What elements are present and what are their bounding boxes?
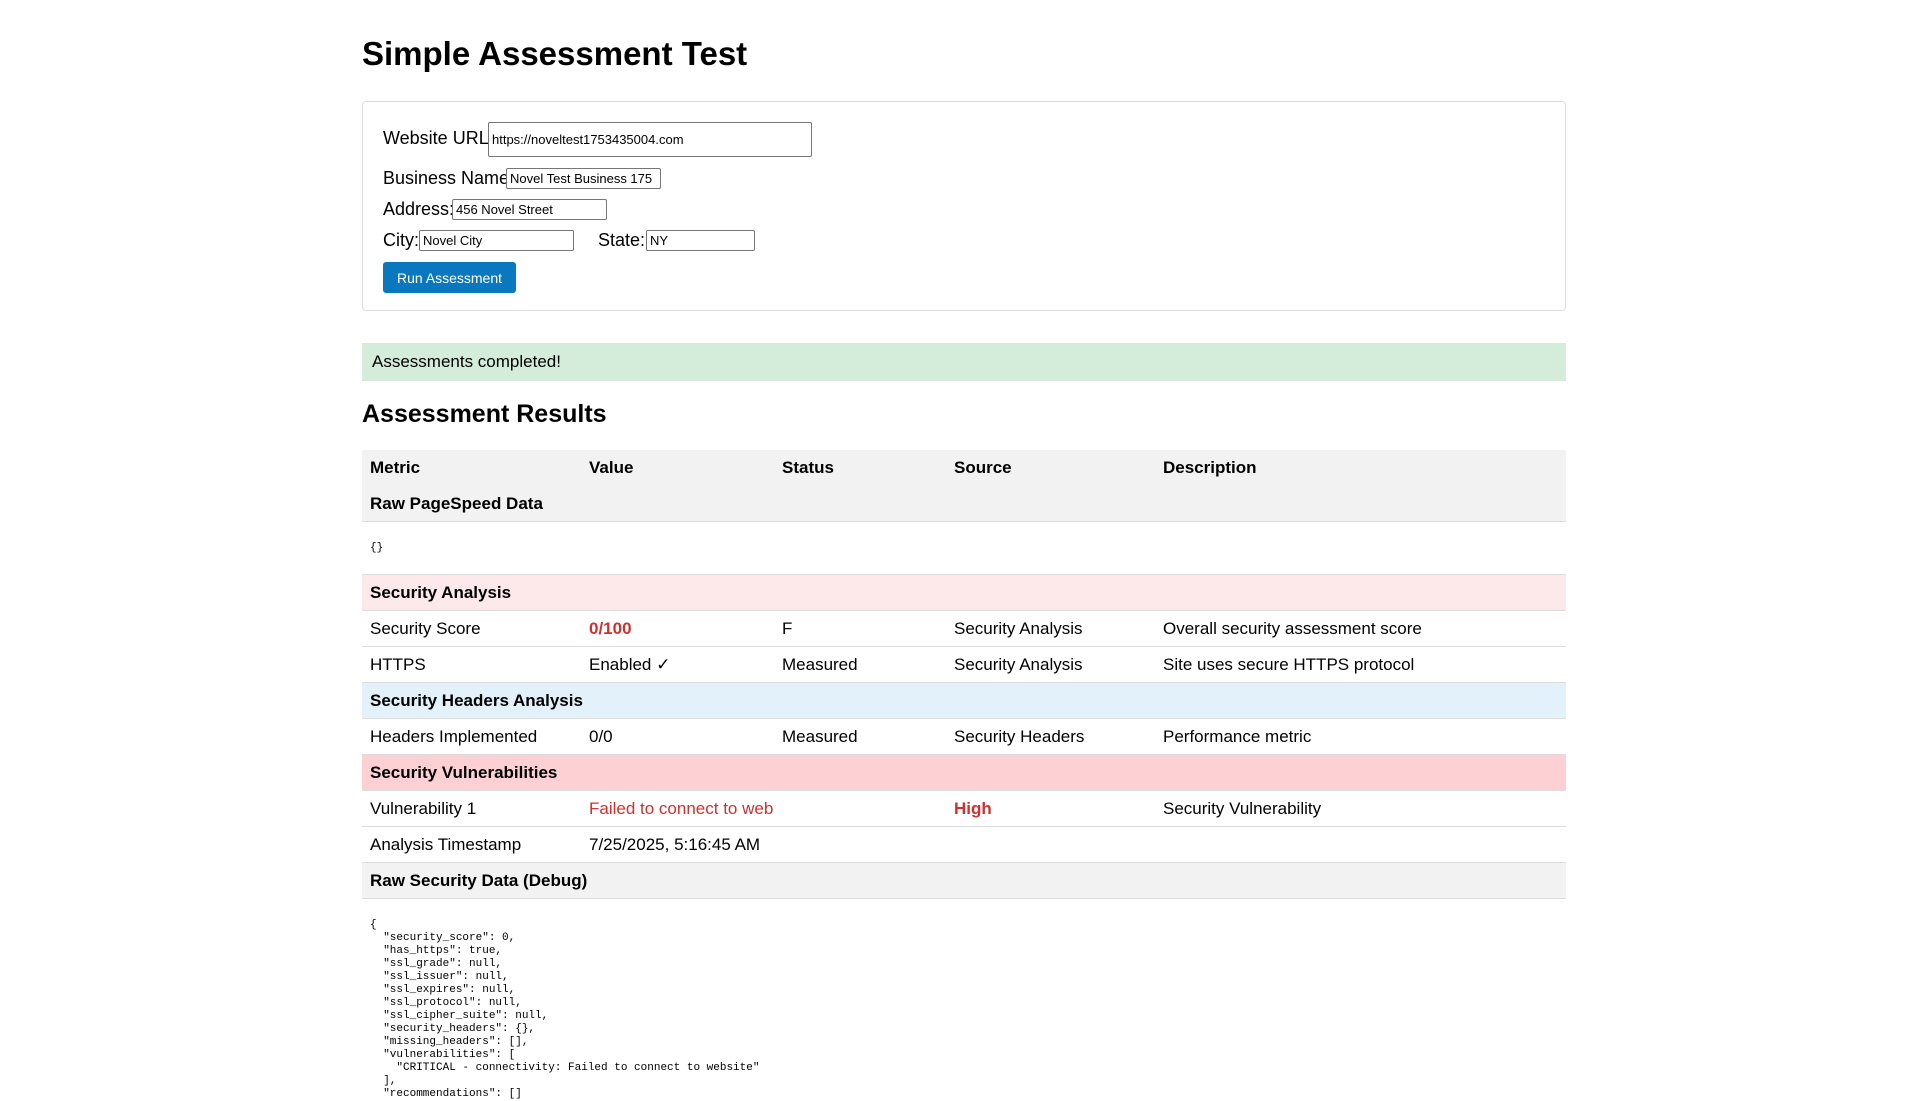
website-url-input[interactable] xyxy=(488,122,812,157)
business-name-label: Business Name: xyxy=(383,168,514,189)
status-cell: Measured xyxy=(774,647,946,683)
section-raw-security: Raw Security Data (Debug) xyxy=(362,863,1566,899)
column-header-description: Description xyxy=(1155,450,1566,486)
state-input[interactable] xyxy=(646,230,755,251)
status-cell: F xyxy=(774,611,946,647)
city-input[interactable] xyxy=(419,230,574,251)
metric-cell: Security Score xyxy=(362,611,581,647)
raw-pagespeed-row: {} xyxy=(362,522,1566,575)
severity-cell: High xyxy=(946,791,1155,827)
description-cell: Site uses secure HTTPS protocol xyxy=(1155,647,1566,683)
description-cell: Security Vulnerability xyxy=(1155,791,1566,827)
description-cell: Performance metric xyxy=(1155,719,1566,755)
business-name-input[interactable] xyxy=(506,168,661,189)
section-raw-pagespeed: Raw PageSpeed Data xyxy=(362,486,1566,522)
state-label: State: xyxy=(598,230,645,251)
address-label: Address: xyxy=(383,199,454,220)
results-table: Metric Value Status Source Description R… xyxy=(362,450,1566,1101)
column-header-value: Value xyxy=(581,450,774,486)
status-cell: Measured xyxy=(774,719,946,755)
table-row: Security Score 0/100 F Security Analysis… xyxy=(362,611,1566,647)
description-cell: Overall security assessment score xyxy=(1155,611,1566,647)
section-title: Security Vulnerabilities xyxy=(362,755,1566,791)
source-cell: Security Analysis xyxy=(946,647,1155,683)
success-message: Assessments completed! xyxy=(362,343,1566,381)
column-header-metric: Metric xyxy=(362,450,581,486)
value-cell: 0/100 xyxy=(581,611,774,647)
raw-security-row: { "security_score": 0, "has_https": true… xyxy=(362,899,1566,1101)
raw-security-json: { "security_score": 0, "has_https": true… xyxy=(370,919,1558,1101)
section-title: Raw Security Data (Debug) xyxy=(362,863,1566,899)
address-input[interactable] xyxy=(452,199,607,220)
table-row: Headers Implemented 0/0 Measured Securit… xyxy=(362,719,1566,755)
section-security-analysis: Security Analysis xyxy=(362,575,1566,611)
assessment-form: Website URL: Business Name: Address: Cit… xyxy=(362,101,1566,311)
page-title: Simple Assessment Test xyxy=(362,35,747,73)
metric-cell: HTTPS xyxy=(362,647,581,683)
column-header-source: Source xyxy=(946,450,1155,486)
run-assessment-button[interactable]: Run Assessment xyxy=(383,262,516,293)
results-heading: Assessment Results xyxy=(362,400,607,429)
status-cell xyxy=(774,791,946,827)
table-row: Vulnerability 1 Failed to connect to web… xyxy=(362,791,1566,827)
value-cell: Failed to connect to website xyxy=(581,791,774,827)
section-security-vulnerabilities: Security Vulnerabilities xyxy=(362,755,1566,791)
column-header-status: Status xyxy=(774,450,946,486)
website-url-label: Website URL: xyxy=(383,128,494,149)
value-cell: Enabled ✓ xyxy=(581,647,774,683)
table-row: Analysis Timestamp 7/25/2025, 5:16:45 AM xyxy=(362,827,1566,863)
metric-cell: Vulnerability 1 xyxy=(362,791,581,827)
timestamp-value: 7/25/2025, 5:16:45 AM xyxy=(581,827,1566,863)
section-security-headers: Security Headers Analysis xyxy=(362,683,1566,719)
section-title: Security Headers Analysis xyxy=(362,683,1566,719)
source-cell: Security Headers xyxy=(946,719,1155,755)
section-title: Raw PageSpeed Data xyxy=(362,486,1566,522)
metric-cell: Headers Implemented xyxy=(362,719,581,755)
section-title: Security Analysis xyxy=(362,575,1566,611)
city-label: City: xyxy=(383,230,419,251)
source-cell: Security Analysis xyxy=(946,611,1155,647)
table-header-row: Metric Value Status Source Description xyxy=(362,450,1566,486)
raw-pagespeed-json: {} xyxy=(362,522,1566,575)
table-row: HTTPS Enabled ✓ Measured Security Analys… xyxy=(362,647,1566,683)
value-cell: 0/0 xyxy=(581,719,774,755)
raw-security-cell: { "security_score": 0, "has_https": true… xyxy=(362,899,1566,1101)
metric-cell: Analysis Timestamp xyxy=(362,827,581,863)
